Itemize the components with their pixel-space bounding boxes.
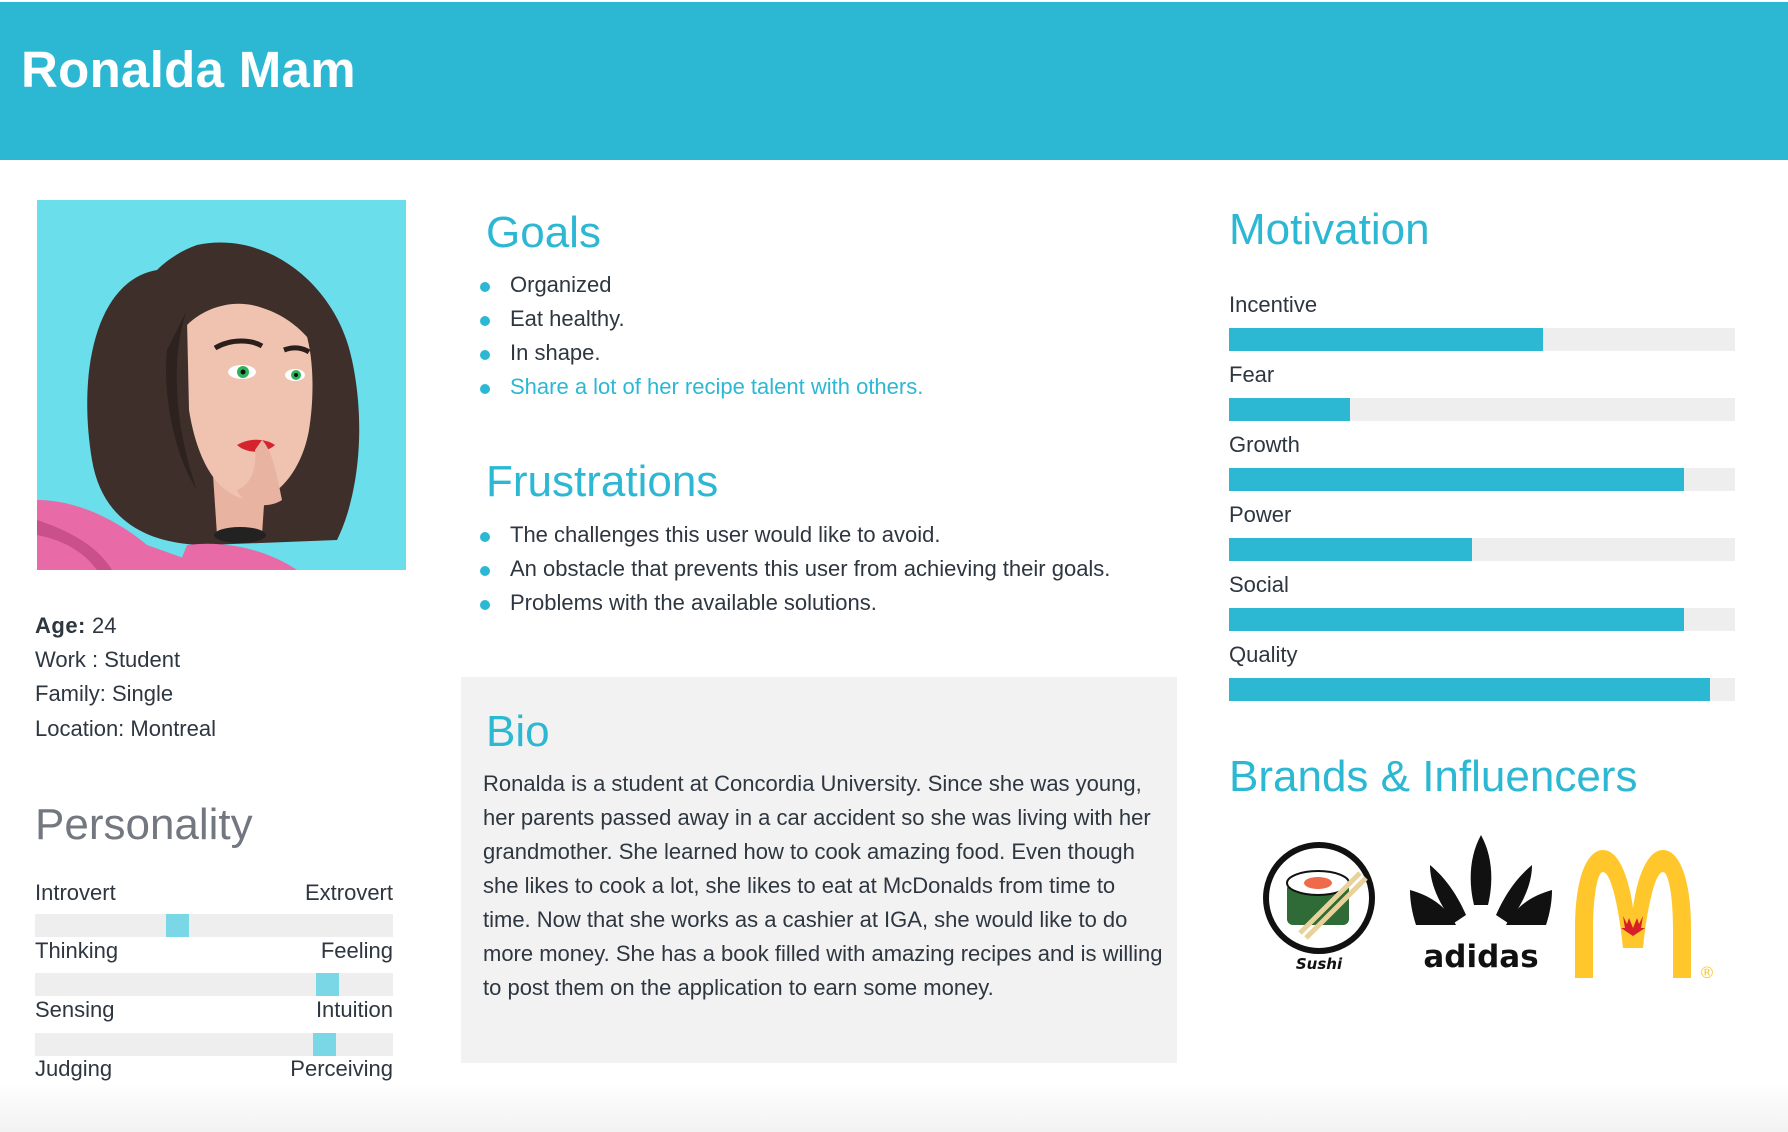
goal-item: In shape. (480, 336, 923, 370)
frustration-item: Problems with the available solutions. (480, 586, 1110, 620)
trait-marker (166, 914, 189, 937)
motivation-bar-power (1229, 538, 1735, 561)
trait-marker (313, 1033, 336, 1056)
motivation-label-social: Social (1229, 572, 1289, 597)
adidas-logo-icon: adidas (1410, 835, 1552, 980)
bottom-fade (0, 1082, 1788, 1132)
bio-title: Bio (486, 707, 550, 756)
trait-right-label: Perceiving (290, 1056, 393, 1081)
trait-right-label: Extrovert (304, 880, 393, 905)
trait-left-label: Judging (35, 1056, 113, 1081)
trait-left-label: Introvert (35, 880, 116, 905)
location-info: Location: Montreal (35, 716, 216, 741)
motivation-label-fear: Fear (1229, 362, 1275, 387)
goal-item: Organized (480, 268, 923, 302)
motivation-fill (1229, 398, 1351, 421)
motivation-fill (1229, 538, 1472, 561)
trait-slider-sensing-intuition (35, 1033, 393, 1056)
goal-item: Eat healthy. (480, 302, 923, 336)
sushi-logo-text: Sushi (1296, 955, 1343, 973)
trait-right-label: Feeling (320, 938, 393, 963)
avatar-illustration (37, 200, 406, 570)
motivation-bar-fear (1229, 398, 1735, 421)
frustrations-list: The challenges this user would like to a… (480, 518, 1110, 620)
trait-right-label: Intuition (315, 997, 393, 1022)
frustration-item: The challenges this user would like to a… (480, 518, 1110, 552)
personality-title: Personality (35, 800, 253, 849)
motivation-bar-growth (1229, 468, 1735, 491)
motivation-bar-social (1229, 608, 1735, 631)
trait-marker (316, 973, 339, 996)
motivation-label-power: Power (1229, 502, 1292, 527)
goals-title: Goals (486, 208, 601, 257)
goals-list: Organized Eat healthy. In shape. Share a… (480, 268, 923, 404)
motivation-bar-quality (1229, 678, 1735, 701)
motivation-label-growth: Growth (1229, 432, 1300, 457)
trait-left-label: Thinking (35, 938, 119, 963)
bio-text: Ronalda is a student at Concordia Univer… (483, 771, 1163, 1000)
goal-item-highlighted: Share a lot of her recipe talent with ot… (480, 370, 923, 404)
frustration-item: An obstacle that prevents this user from… (480, 552, 1110, 586)
brands-title: Brands & Influencers (1229, 752, 1638, 801)
registered-mark: ® (1699, 963, 1715, 982)
family-info: Family: Single (35, 681, 174, 706)
age-info: Age: 24 (35, 613, 117, 639)
mcdonalds-logo-icon: ® (1567, 848, 1722, 988)
persona-name: Ronalda Mam (21, 41, 356, 98)
motivation-title: Motivation (1229, 205, 1430, 254)
motivation-fill (1229, 468, 1685, 491)
trait-slider-thinking-feeling (35, 973, 393, 996)
work-info: Work : Student (35, 647, 181, 672)
trait-slider-introvert-extrovert (35, 914, 393, 937)
sushi-logo-icon: Sushi (1262, 838, 1377, 978)
age-label: Age: (35, 613, 86, 638)
motivation-fill (1229, 678, 1710, 701)
frustrations-title: Frustrations (486, 457, 719, 506)
motivation-bar-incentive (1229, 328, 1735, 351)
age-value: 24 (92, 613, 117, 638)
motivation-fill (1229, 608, 1685, 631)
header-banner: Ronalda Mam (0, 2, 1788, 160)
persona-avatar (37, 200, 406, 570)
motivation-label-quality: Quality (1229, 642, 1298, 667)
trait-left-label: Sensing (35, 997, 115, 1022)
adidas-logo-text: adidas (1423, 939, 1538, 975)
motivation-label-incentive: Incentive (1229, 292, 1318, 317)
motivation-fill (1229, 328, 1543, 351)
